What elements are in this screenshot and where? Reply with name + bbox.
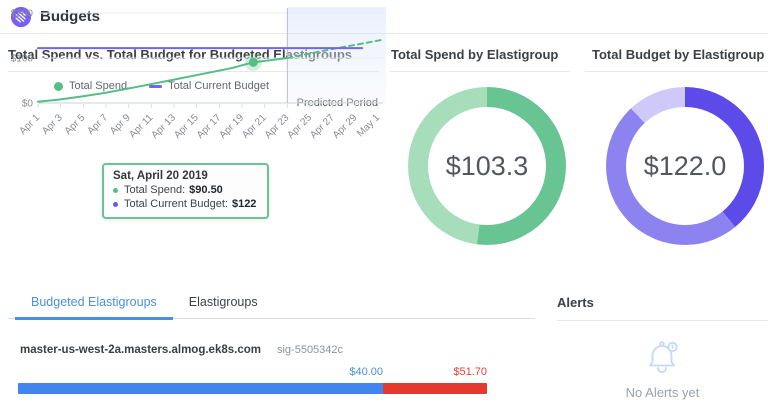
spent-amount-label: $40.00 [280, 366, 383, 378]
no-alerts-text: No Alerts yet [557, 385, 768, 400]
tab-elastigroups[interactable]: Elastigroups [173, 288, 274, 320]
svg-text:Apr 19: Apr 19 [218, 112, 247, 141]
spend-donut-chart: $103.3 [408, 87, 566, 245]
spend-donut-value: $103.3 [408, 87, 566, 245]
spend-line-chart: $0$100$200Apr 1Apr 3Apr 5Apr 7Apr 9Apr 1… [0, 0, 390, 180]
svg-text:$200: $200 [11, 9, 34, 20]
panel-divider [585, 71, 768, 72]
overspend-amount-label: $51.70 [384, 366, 487, 378]
budgets-page: Budgets Total Spend vs. Total Budget for… [0, 0, 768, 414]
svg-text:Apr 5: Apr 5 [63, 112, 88, 137]
budget-bar-over-segment [383, 383, 487, 394]
tooltip-bullet-icon [113, 202, 118, 207]
tab-budgeted-elastigroups[interactable]: Budgeted Elastigroups [15, 288, 173, 320]
svg-text:$100: $100 [11, 54, 34, 65]
elastigroup-row: master-us-west-2a.masters.almog.ek8s.com… [20, 344, 343, 356]
tooltip-items: Total Spend:$90.50 Total Current Budget:$… [113, 184, 256, 210]
elastigroup-sig: sig-5505342c [277, 344, 343, 356]
panel-divider [390, 71, 570, 72]
bell-icon [639, 334, 685, 380]
svg-text:Apr 17: Apr 17 [195, 112, 224, 141]
svg-text:Apr 13: Apr 13 [150, 112, 179, 141]
svg-text:Apr 25: Apr 25 [286, 112, 315, 141]
svg-text:Apr 7: Apr 7 [85, 112, 110, 137]
svg-text:Apr 21: Apr 21 [240, 112, 269, 141]
elastigroup-name: master-us-west-2a.masters.almog.ek8s.com [20, 344, 261, 356]
tooltip-title: Sat, April 20 2019 [113, 170, 256, 182]
svg-text:Apr 23: Apr 23 [263, 112, 292, 141]
svg-text:Apr 15: Apr 15 [172, 112, 201, 141]
tooltip-item: Total Current Budget:$122 [113, 198, 256, 210]
svg-text:May 1: May 1 [355, 112, 382, 139]
total-budget-donut-title: Total Budget by Elastigroup [592, 47, 768, 62]
tooltip-bullet-icon [113, 188, 118, 193]
svg-text:Apr 1: Apr 1 [17, 112, 42, 137]
budget-progress-bar [18, 383, 487, 394]
budget-bar-spent-segment [18, 383, 383, 394]
budget-donut-chart: $122.0 [606, 87, 764, 245]
svg-text:Apr 27: Apr 27 [308, 112, 337, 141]
alerts-title: Alerts [557, 295, 594, 310]
svg-text:Apr 3: Apr 3 [40, 112, 65, 137]
elastigroups-tabs: Budgeted Elastigroups Elastigroups [8, 288, 535, 319]
budget-donut-value: $122.0 [606, 87, 764, 245]
tooltip-item: Total Spend:$90.50 [113, 184, 256, 196]
total-spend-donut-title: Total Spend by Elastigroup [391, 47, 569, 62]
chart-tooltip: Sat, April 20 2019 Total Spend:$90.50Tot… [102, 163, 269, 219]
svg-text:$0: $0 [22, 99, 34, 110]
panel-divider [557, 320, 768, 321]
svg-text:Apr 29: Apr 29 [331, 112, 360, 141]
